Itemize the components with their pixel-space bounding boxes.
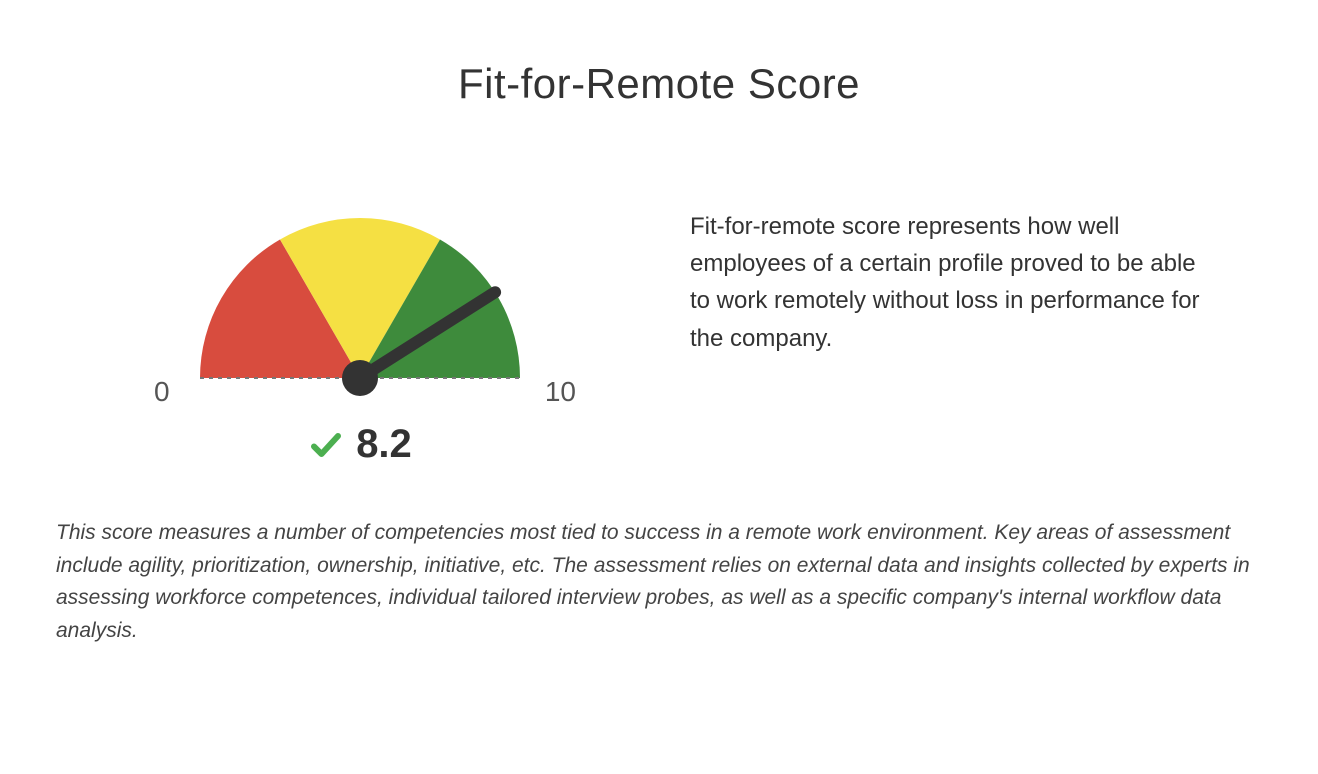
score-row: 8.2 bbox=[150, 422, 570, 467]
gauge-scale-min: 0 bbox=[154, 376, 170, 408]
page-title: Fit-for-Remote Score bbox=[50, 60, 1268, 108]
gauge-chart: 0 10 bbox=[150, 198, 570, 408]
description-text: Fit-for-remote score represents how well… bbox=[690, 198, 1208, 357]
gauge-scale-max: 10 bbox=[545, 376, 576, 408]
gauge-svg bbox=[180, 198, 540, 398]
check-icon bbox=[308, 427, 344, 463]
content-row: 0 10 8.2 Fit-for-remote score represents… bbox=[50, 198, 1268, 467]
score-value: 8.2 bbox=[356, 422, 412, 467]
footnote-text: This score measures a number of competen… bbox=[50, 517, 1268, 647]
gauge-section: 0 10 8.2 bbox=[150, 198, 570, 467]
